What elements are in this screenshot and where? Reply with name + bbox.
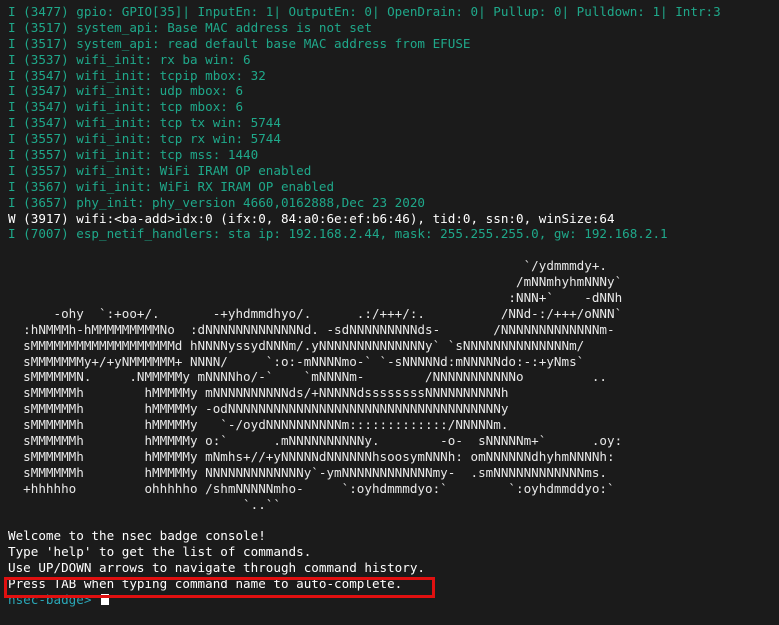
log-line: I (7007) esp_netif_handlers: sta ip: 192… bbox=[8, 226, 668, 242]
ascii-art-line: sMMMMMMh hMMMMMy mNNNNNNNNNNds/+NNNNNdss… bbox=[8, 385, 509, 401]
welcome-line: Welcome to the nsec badge console! bbox=[8, 528, 266, 544]
ascii-art-banner: `/ydmmmdy+. /mNNmhyhmNNNy` :NNN+` -dNNh … bbox=[8, 242, 779, 528]
log-line: I (3557) wifi_init: tcp rx win: 5744 bbox=[8, 131, 281, 147]
log-line: W (3917) wifi:<ba-add>idx:0 (ifx:0, 84:a… bbox=[8, 210, 615, 226]
ascii-art-line: sMMMMMMMy+/+yNMMMMMM+ NNNN/ `:o:-mNNNNmo… bbox=[8, 353, 585, 369]
ascii-art-line: sMMMMMMh hMMMMMy mNmhs+//+yNNNNNdNNNNNNh… bbox=[8, 448, 615, 464]
ascii-art-line bbox=[8, 242, 779, 258]
log-line: I (3477) gpio: GPIO[35]| InputEn: 1| Out… bbox=[8, 4, 721, 19]
ascii-art-line: `/ydmmmdy+. bbox=[8, 258, 607, 274]
log-line: I (3547) wifi_init: udp mbox: 6 bbox=[8, 83, 244, 99]
history-hint-line: Use UP/DOWN arrows to navigate through c… bbox=[8, 560, 426, 576]
terminal-window[interactable]: I (3477) gpio: GPIO[35]| InputEn: 1| Out… bbox=[0, 0, 779, 625]
boot-log: I (3477) gpio: GPIO[35]| InputEn: 1| Out… bbox=[8, 4, 779, 242]
ascii-art-line: sMMMMMMN. .NMMMMMy mNNNNho/-` `mNNNNm- /… bbox=[8, 369, 607, 385]
ascii-art-line: /mNNmhyhmNNNy` bbox=[8, 274, 623, 290]
log-line: I (3547) wifi_init: tcpip mbox: 32 bbox=[8, 67, 266, 83]
help-hint-line: Type 'help' to get the list of commands. bbox=[8, 544, 312, 560]
log-line: I (3657) phy_init: phy_version 4660,0162… bbox=[8, 194, 426, 210]
ascii-art-line: sMMMMMMh hMMMMMy `-/oydNNNNNNNNNNm::::::… bbox=[8, 417, 509, 433]
text-cursor bbox=[101, 593, 109, 605]
log-line: I (3517) system_api: read default base M… bbox=[8, 35, 471, 51]
ascii-art-line: :NNN+` -dNNh bbox=[8, 290, 623, 306]
ascii-art-line: sMMMMMMh hMMMMMy o:` .mNNNNNNNNNNy. -o- … bbox=[8, 433, 623, 449]
log-line: I (3567) wifi_init: WiFi RX IRAM OP enab… bbox=[8, 178, 335, 194]
ascii-art-line: +hhhhho ohhhhho /shmNNNNNmho- `:oyhdmmmd… bbox=[8, 480, 615, 496]
ascii-art-line: -ohy `:+oo+/. -+yhdmmdhyo/. .:/+++/:. /N… bbox=[8, 305, 623, 321]
ascii-art-line: sMMMMMMMMMMMMMMMMMMMd hNNNNyssydNNNm/.yN… bbox=[8, 337, 585, 353]
log-line: I (3547) wifi_init: tcp mbox: 6 bbox=[8, 99, 244, 115]
ascii-art-line: :hNMMMh-hMMMMMMMMMNo :dNNNNNNNNNNNNNd. -… bbox=[8, 321, 615, 337]
prompt-label: nsec-badge> bbox=[8, 591, 99, 607]
log-line: I (3557) wifi_init: tcp mss: 1440 bbox=[8, 147, 259, 163]
ascii-art-line: sMMMMMMh hMMMMMy NNNNNNNNNNNNNy`-ymNNNNN… bbox=[8, 464, 607, 480]
welcome-message: Welcome to the nsec badge console! Type … bbox=[8, 528, 779, 592]
log-line: I (3557) wifi_init: WiFi IRAM OP enabled bbox=[8, 162, 312, 178]
log-line: I (3537) wifi_init: rx ba win: 6 bbox=[8, 51, 251, 67]
ascii-art-line: sMMMMMMh hMMMMMy -odNNNNNNNNNNNNNNNNNNNN… bbox=[8, 401, 509, 417]
log-line: I (3547) wifi_init: tcp tx win: 5744 bbox=[8, 115, 281, 131]
tab-hint-line: Press TAB when typing command name to au… bbox=[8, 576, 403, 592]
ascii-art-line bbox=[8, 513, 779, 529]
ascii-art-line: `..`` bbox=[8, 496, 281, 512]
command-prompt[interactable]: nsec-badge> bbox=[8, 592, 779, 608]
log-line: I (3517) system_api: Base MAC address is… bbox=[8, 19, 372, 35]
